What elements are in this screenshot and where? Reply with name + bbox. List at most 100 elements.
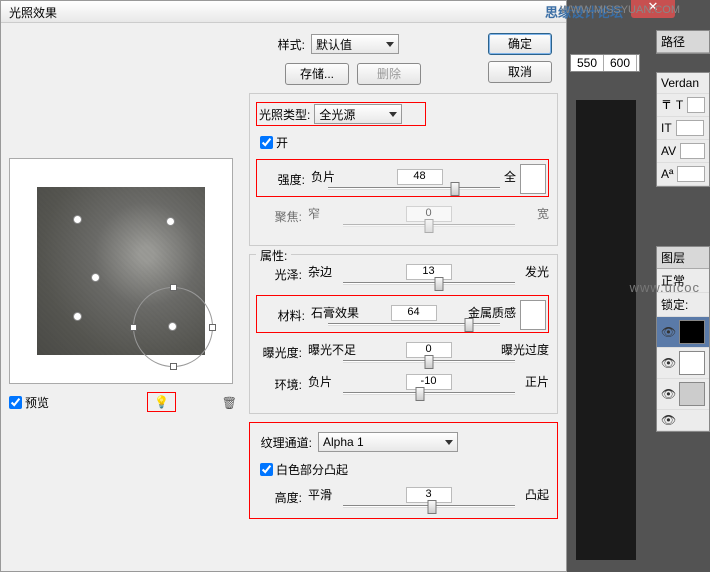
trash-icon: 🗑	[222, 396, 237, 410]
chevron-down-icon	[445, 440, 453, 445]
material-label: 材料:	[259, 307, 305, 324]
intensity-min: 负片	[311, 168, 335, 185]
style-label: 样式:	[249, 36, 305, 53]
font-size-input[interactable]	[687, 97, 705, 113]
visibility-icon[interactable]: 👁	[661, 387, 675, 401]
on-label: 开	[276, 134, 288, 151]
chevron-down-icon	[386, 42, 394, 47]
ambience-min: 负片	[308, 373, 332, 390]
light-edge-handle[interactable]	[209, 324, 216, 331]
visibility-icon[interactable]: 👁	[661, 356, 675, 370]
style-value: 默认值	[316, 36, 352, 53]
watermark-site: WWW.MISSYUAN.COM	[560, 4, 680, 16]
light-center[interactable]	[168, 322, 177, 331]
focus-slider	[343, 224, 515, 227]
ambience-slider[interactable]	[343, 392, 515, 395]
light-circle[interactable]	[133, 287, 213, 367]
char-av: AV	[661, 144, 676, 158]
baseline-input[interactable]	[677, 166, 705, 182]
light-type-label: 光照类型:	[259, 106, 310, 123]
material-max: 金属质感	[468, 304, 516, 321]
light-on-checkbox[interactable]: 开	[260, 134, 549, 151]
save-style-button[interactable]: 存储...	[285, 63, 349, 85]
bulb-icon: 💡	[154, 395, 169, 409]
font-select[interactable]: Verdan	[661, 76, 699, 90]
layer-thumb[interactable]	[679, 382, 705, 406]
light-handle[interactable]	[166, 217, 175, 226]
light-color-swatch[interactable]	[520, 164, 546, 194]
focus-label: 聚焦:	[256, 208, 302, 225]
layer-thumb[interactable]	[679, 351, 705, 375]
tracking-input[interactable]	[680, 143, 705, 159]
intensity-slider[interactable]	[328, 187, 500, 190]
tab-layers[interactable]: 图层	[657, 247, 709, 269]
white-high-checkbox[interactable]: 白色部分凸起	[260, 461, 549, 478]
height-slider[interactable]	[343, 505, 515, 508]
light-handle[interactable]	[91, 273, 100, 282]
material-slider[interactable]	[328, 323, 500, 326]
focus-max: 宽	[537, 205, 549, 222]
light-type-value: 全光源	[319, 106, 355, 123]
light-handle[interactable]	[73, 215, 82, 224]
add-light-button[interactable]: 💡	[147, 392, 176, 412]
delete-style-button: 删除	[357, 63, 421, 85]
paths-panel: 路径	[656, 30, 710, 54]
light-edge-handle[interactable]	[170, 284, 177, 291]
lighting-effects-dialog: 光照效果 确定 取消	[0, 0, 567, 572]
texture-channel-label: 纹理通道:	[256, 434, 312, 451]
light-handle[interactable]	[73, 312, 82, 321]
scale-input[interactable]	[676, 120, 704, 136]
light-type-select[interactable]: 全光源	[314, 104, 402, 124]
cancel-button[interactable]: 取消	[488, 61, 552, 83]
preview-label: 预览	[25, 394, 49, 411]
preview-area[interactable]	[9, 158, 233, 384]
preview-checkbox[interactable]: 预览	[9, 394, 49, 411]
texture-value: Alpha 1	[323, 435, 364, 449]
exposure-max: 曝光过度	[501, 341, 549, 358]
texture-channel-select[interactable]: Alpha 1	[318, 432, 458, 452]
ambience-value[interactable]: -10	[406, 374, 452, 390]
char-it: IT	[661, 121, 672, 135]
gloss-value[interactable]: 13	[406, 264, 452, 280]
ok-button[interactable]: 确定	[488, 33, 552, 55]
gloss-max: 发光	[525, 263, 549, 280]
lock-label: 锁定:	[661, 296, 688, 313]
preview-canvas[interactable]	[37, 187, 205, 355]
exposure-label: 曝光度:	[256, 344, 302, 361]
layer-thumb[interactable]	[679, 320, 705, 344]
white-high-label: 白色部分凸起	[276, 461, 348, 478]
material-value[interactable]: 64	[391, 305, 437, 321]
canvas-area	[576, 100, 636, 560]
material-min: 石膏效果	[311, 304, 359, 321]
height-label: 高度:	[256, 489, 302, 506]
exposure-slider[interactable]	[343, 360, 515, 363]
light-edge-handle[interactable]	[170, 363, 177, 370]
char-t: T	[676, 98, 683, 112]
ruler-tick: 600	[604, 55, 637, 71]
visibility-icon[interactable]: 👁	[661, 325, 675, 339]
chevron-down-icon	[389, 112, 397, 117]
style-select[interactable]: 默认值	[311, 34, 399, 54]
tab-paths[interactable]: 路径	[657, 31, 709, 53]
focus-min: 窄	[308, 205, 320, 222]
height-max: 凸起	[525, 486, 549, 503]
ambience-label: 环境:	[256, 376, 302, 393]
gloss-slider[interactable]	[343, 282, 515, 285]
watermark-mid: www.uicoc	[630, 280, 700, 295]
light-edge-handle[interactable]	[130, 324, 137, 331]
char-t-icon: ₸	[661, 97, 672, 113]
dialog-title: 光照效果	[1, 1, 566, 23]
ambient-color-swatch[interactable]	[520, 300, 546, 330]
visibility-icon[interactable]: 👁	[661, 413, 675, 427]
layers-panel: 图层 正常 锁定: 👁 👁 👁 👁	[656, 246, 710, 432]
gloss-min: 杂边	[308, 263, 332, 280]
intensity-max: 全	[504, 168, 516, 185]
char-aa: Aª	[661, 167, 673, 181]
height-min: 平滑	[308, 486, 332, 503]
exposure-min: 曝光不足	[308, 341, 356, 358]
delete-light-button[interactable]: 🗑	[222, 394, 237, 410]
ruler-tick: 550	[571, 55, 604, 71]
gloss-label: 光泽:	[256, 266, 302, 283]
character-panel: Verdan ₸ T IT AV Aª	[656, 72, 710, 187]
intensity-value[interactable]: 48	[397, 169, 443, 185]
